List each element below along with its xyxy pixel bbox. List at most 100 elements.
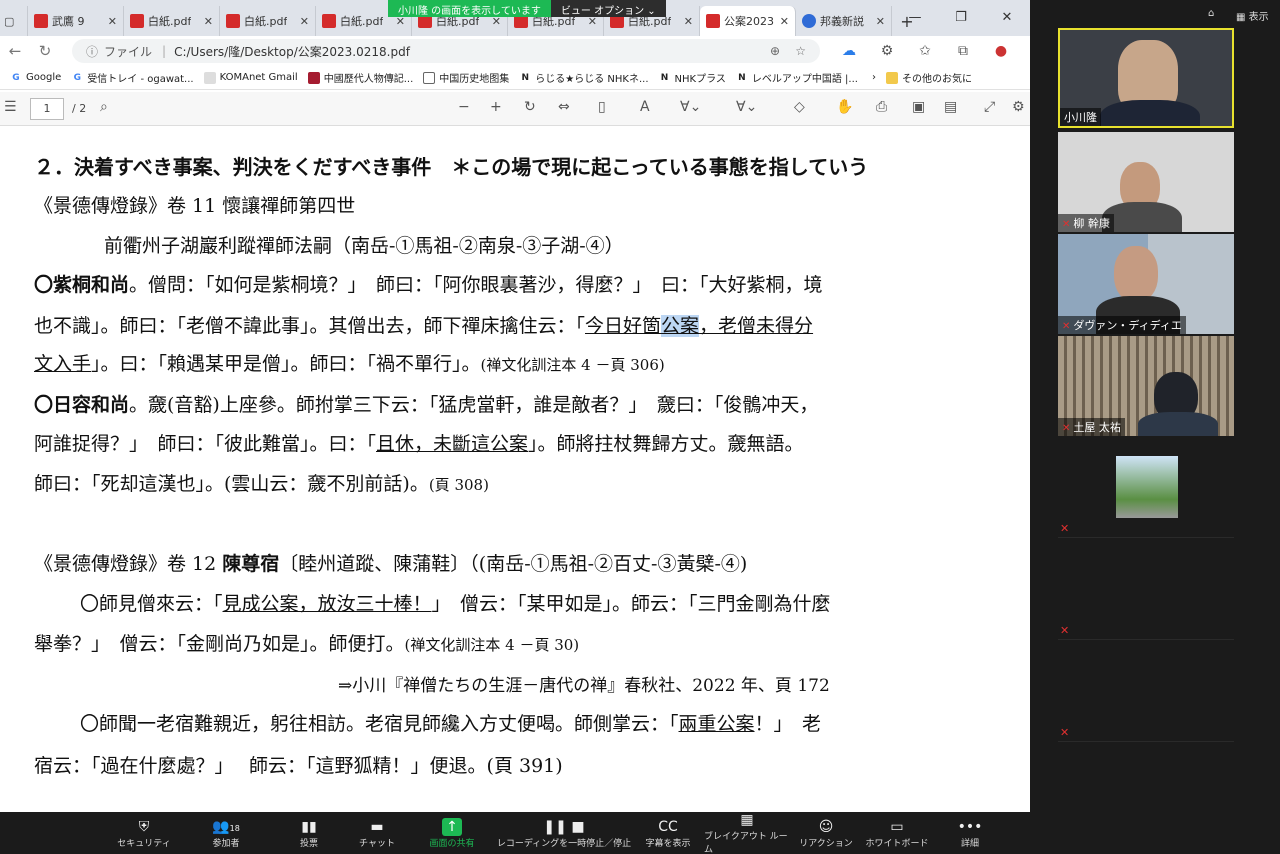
read-aloud-icon[interactable]: A (640, 99, 650, 115)
passage-line: 師曰：「死却這漢也」。(雲山云：奯不別前話)。(頁 308) (34, 473, 489, 495)
user-icon[interactable]: ⌂ (1208, 8, 1214, 19)
video-tile[interactable]: ✕ 柳 幹康 (1058, 132, 1234, 232)
fit-icon[interactable]: ⇔ (558, 99, 570, 115)
video-tile-off[interactable]: ✕ (1058, 438, 1234, 538)
bookmark-map[interactable]: 中国历史地图集 (423, 70, 509, 85)
tab-8-active[interactable]: 公案2023 ✕ (700, 6, 796, 36)
minimize-icon[interactable]: — (892, 10, 938, 25)
close-icon[interactable]: ✕ (300, 15, 309, 28)
breakout-rooms-button[interactable]: ▦ ブレイクアウト ルーム (704, 812, 790, 854)
pdf-document: ２．決着すべき事案、判決をくだすべき事件 ＊この場で現に起こっている事態を指して… (0, 127, 1030, 812)
close-icon[interactable]: ✕ (204, 15, 213, 28)
chat-icon: ▬ (370, 818, 384, 835)
share-screen-button[interactable]: ↑ 画面の共有 (420, 812, 484, 854)
tab-2[interactable]: 白紙.pdf ✕ (124, 6, 220, 36)
passage-line: 〇師見僧來云：「見成公案，放汝三十棒！」 僧云：「某甲如是」。師云：「三門金剛為… (80, 593, 831, 615)
tab-3[interactable]: 白紙.pdf ✕ (220, 6, 316, 36)
print-icon[interactable]: ⎙ (876, 99, 887, 115)
zoom-icon[interactable]: ⊕ (770, 44, 780, 58)
url-field[interactable]: ⓘ ファイル | C:/Users/隆/Desktop/公案2023.0218.… (72, 39, 820, 63)
poll-button[interactable]: ▮▮ 投票 (286, 812, 332, 854)
rotate-icon[interactable]: ↻ (524, 99, 536, 115)
bookmark-komanet[interactable]: KOMAnet Gmail (203, 71, 298, 84)
cloud-icon[interactable]: ☁ (830, 43, 868, 59)
tab-9[interactable]: 邦義新説 ✕ (796, 6, 892, 36)
person-shoulders (1138, 412, 1218, 436)
settings-icon[interactable]: ⚙ (1012, 99, 1025, 115)
draw-icon[interactable]: ∀⌄ (680, 99, 701, 115)
bookmark-inbox[interactable]: G 受信トレイ - ogawat... (71, 70, 194, 86)
video-tile-off[interactable]: ✕ (1058, 642, 1234, 742)
maximize-icon[interactable]: ❐ (938, 10, 984, 25)
participants-button[interactable]: 👥18 参加者 (196, 812, 256, 854)
chat-button[interactable]: ▬ チャット (352, 812, 402, 854)
tab-1[interactable]: 武鷹 9 ✕ (28, 6, 124, 36)
search-icon[interactable]: ⌕ (100, 99, 108, 115)
mic-muted-icon: ✕ (1060, 726, 1070, 739)
bookmark-google[interactable]: G Google (10, 72, 61, 84)
screen: ▢ 武鷹 9 ✕ 白紙.pdf ✕ 白紙.pdf ✕ 白紙.pdf ✕ 白紙.pdf ✕ … (0, 0, 1280, 854)
close-icon[interactable]: ✕ (108, 15, 117, 28)
erase-icon[interactable]: ◇ (794, 99, 805, 115)
tab-0[interactable]: ▢ (0, 6, 28, 36)
video-tile[interactable]: 小川隆 (1058, 28, 1234, 128)
info-icon: ⓘ (86, 44, 99, 59)
close-icon[interactable]: ✕ (876, 15, 885, 28)
selected-text[interactable]: 公案 (661, 315, 700, 337)
fullscreen-icon[interactable]: ⤢ (984, 99, 995, 115)
favorites-icon[interactable]: ✩ (906, 43, 944, 59)
captions-icon: CC (658, 818, 678, 835)
extensions-icon[interactable]: ⚙ (868, 43, 906, 59)
whiteboard-button[interactable]: ▭ ホワイトボード (864, 812, 930, 854)
view-options-button[interactable]: ビュー オプション ⌄ (550, 0, 666, 17)
highlight-icon[interactable]: ∀⌄ (736, 99, 757, 115)
share-screen-icon: ↑ (442, 817, 462, 836)
video-tile-off[interactable]: ✕ (1058, 540, 1234, 640)
bookmark-more-chevron[interactable]: › (872, 72, 876, 83)
touch-icon[interactable]: ✋ (836, 99, 853, 115)
reactions-button[interactable]: ☺ リアクション (798, 812, 854, 854)
video-tile[interactable]: ✕ 土屋 太祐 (1058, 336, 1234, 436)
bookmark-radiru[interactable]: N らじる★らじる NHKネ... (519, 70, 648, 86)
page-view-icon[interactable]: ▯ (598, 99, 606, 115)
passage-line: 〇日容和尚。奯(音豁)上座參。師拊掌三下云：「猛虎當軒，誰是敵者？」 奯曰：「俊… (34, 394, 819, 416)
zoom-in-icon[interactable]: + (490, 99, 502, 115)
back-icon[interactable]: ← (0, 42, 30, 60)
recording-button[interactable]: ❚❚ ■ レコーディングを一時停止／停止 (494, 812, 634, 854)
window-controls: — ❐ ✕ (892, 0, 1030, 34)
reload-icon[interactable]: ↻ (30, 42, 60, 60)
collections-icon[interactable]: ⧉ (944, 43, 982, 59)
pdf-icon (226, 14, 240, 28)
poll-icon: ▮▮ (301, 818, 317, 835)
video-tile[interactable]: ✕ ダヴァン・ディディエ (1058, 234, 1234, 334)
favorite-icon[interactable]: ☆ (795, 44, 806, 58)
close-icon[interactable]: ✕ (780, 15, 789, 28)
contents-icon[interactable]: ☰ (4, 99, 17, 115)
page-icon (423, 71, 436, 84)
heading: ２．決着すべき事案、判決をくだすべき事件 ＊この場で現に起こっている事態を指して… (34, 155, 869, 179)
security-button[interactable]: ⛨ セキュリティ (116, 812, 172, 854)
captions-button[interactable]: CC 字幕を表示 (640, 812, 696, 854)
bookmark-levelup[interactable]: N レベルアップ中国語 |... (736, 70, 858, 86)
lineage-line: 前衢州子湖巖利蹤禪師法嗣（南岳-①馬祖-②南泉-③子湖-④） (104, 235, 624, 257)
bookmark-nhkplus[interactable]: N NHKプラス (659, 70, 726, 86)
bookmark-cbdb[interactable]: 中國歷代人物傳記... (307, 70, 413, 85)
more-button[interactable]: ••• 詳細 (950, 812, 990, 854)
mic-muted-icon: ✕ (1062, 219, 1071, 230)
page-total: / 2 (72, 102, 87, 115)
zoom-toolbar: ⛨ セキュリティ 👥18 参加者 ▮▮ 投票 ▬ チャット ↑ 画面の共有 ❚❚ ■ レコー… (0, 812, 1280, 854)
pdf-icon (130, 14, 144, 28)
page-number-input[interactable]: 1 (30, 98, 64, 120)
participant-name: ✕ ダヴァン・ディディエ (1058, 316, 1186, 334)
save-icon[interactable]: ▣ (912, 99, 925, 115)
close-window-icon[interactable]: ✕ (984, 10, 1030, 25)
zoom-out-icon[interactable]: − (458, 99, 470, 115)
passage-line: 文入手」。曰：「賴遇某甲是僧」。師曰：「禍不單行」。(禅文化訓注本 4 －頁 3… (34, 353, 665, 375)
save-as-icon[interactable]: ▤ (944, 99, 957, 115)
mic-muted-icon: ✕ (1062, 321, 1071, 332)
profile-icon[interactable]: ● (982, 43, 1020, 59)
view-button[interactable]: ▦ 表示 (1236, 8, 1269, 23)
close-icon[interactable]: ✕ (684, 15, 693, 28)
passage-line: 〇紫桐和尚。僧問：「如何是紫桐境？」 師曰：「阿你眼裏著沙，得麼？」 曰：「大好… (34, 274, 823, 296)
bookmark-other[interactable]: その他のお気に (885, 70, 972, 85)
